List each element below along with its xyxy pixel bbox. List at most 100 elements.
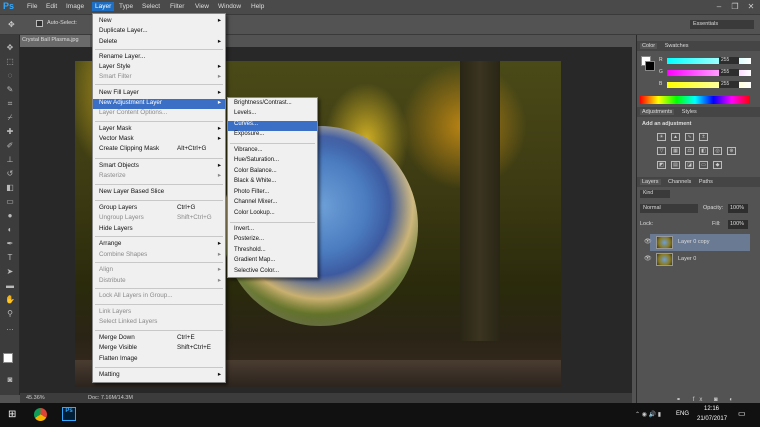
fill-field[interactable]: 100% (728, 220, 748, 229)
layer-menu-item[interactable]: New Fill Layer ▸ (93, 89, 225, 99)
visibility-eye-icon[interactable]: 👁 (644, 255, 652, 262)
adjustment-menu-item[interactable]: Curves... (228, 121, 317, 131)
workspace-select[interactable]: Essentials (690, 20, 754, 29)
blur-tool-icon[interactable]: ● (3, 211, 17, 223)
tray-icons[interactable]: ⌃ ◉ 🔊 ▮ (635, 411, 661, 418)
minimize-icon[interactable]: – (712, 2, 726, 13)
layer-menu-item[interactable]: Group Layers Ctrl+G (93, 204, 225, 214)
stamp-tool-icon[interactable]: ⊥ (3, 155, 17, 167)
pen-tool-icon[interactable]: ✒ (3, 239, 17, 251)
adjustment-menu-item[interactable]: Black & White... (228, 178, 317, 188)
brush-tool-icon[interactable]: ✐ (3, 141, 17, 153)
layer-menu-item[interactable]: Layer Mask ▸ (93, 125, 225, 135)
path-select-tool-icon[interactable]: ➤ (3, 267, 17, 279)
tab-color[interactable]: Color (640, 43, 658, 49)
tab-paths[interactable]: Paths (699, 179, 713, 185)
adjustment-menu-item[interactable]: Selective Color... (228, 268, 317, 278)
photo-filter-adj-icon[interactable]: ◎ (713, 147, 722, 155)
menu-image[interactable]: Image (66, 3, 84, 10)
layer-menu-item[interactable]: Flatten Image (93, 355, 225, 365)
layer-menu-item[interactable]: Merge Visible Shift+Ctrl+E (93, 344, 225, 354)
zoom-level[interactable]: 45.36% (26, 395, 45, 401)
history-brush-icon[interactable]: ↺ (3, 169, 17, 181)
notification-icon[interactable]: ▭ (738, 409, 746, 418)
eyedropper-tool-icon[interactable]: ⌿ (3, 113, 17, 125)
edit-toolbar-icon[interactable]: … (3, 323, 17, 335)
layer-menu-item[interactable]: Layer Style ▸ (93, 63, 225, 73)
channel-b-value[interactable]: 255 (719, 81, 739, 88)
adjustment-menu-item[interactable]: Brightness/Contrast... (228, 100, 317, 110)
restore-icon[interactable]: ❐ (728, 2, 742, 13)
lasso-tool-icon[interactable]: ◌ (3, 71, 17, 83)
menu-layer[interactable]: Layer (92, 2, 115, 11)
adjustment-menu-item[interactable]: Posterize... (228, 236, 317, 246)
posterize-adj-icon[interactable]: ▤ (671, 161, 680, 169)
layer-menu-item[interactable]: Create Clipping Mask Alt+Ctrl+G (93, 145, 225, 155)
tab-swatches[interactable]: Swatches (665, 43, 689, 49)
color-balance-adj-icon[interactable]: ⚖ (685, 147, 694, 155)
eraser-tool-icon[interactable]: ◧ (3, 183, 17, 195)
menu-select[interactable]: Select (142, 3, 160, 10)
tab-adjustments[interactable]: Adjustments (640, 109, 675, 115)
adjustment-menu-item[interactable]: Channel Mixer... (228, 199, 317, 209)
adjustment-menu-item[interactable]: Vibrance... (228, 147, 317, 157)
move-tool-icon[interactable]: ✥ (8, 20, 15, 29)
visibility-eye-icon[interactable]: 👁 (644, 238, 652, 245)
exposure-adj-icon[interactable]: ± (699, 133, 708, 141)
clock-time[interactable]: 12:16 (704, 406, 719, 412)
adjustment-menu-item[interactable]: Threshold... (228, 247, 317, 257)
marquee-tool-icon[interactable]: ⬚ (3, 57, 17, 69)
menu-edit[interactable]: Edit (46, 3, 57, 10)
foreground-color-swatch[interactable] (3, 353, 13, 363)
layer-menu-item[interactable]: Duplicate Layer... (93, 27, 225, 37)
layer-menu-item[interactable]: New Adjustment Layer ▸ (93, 99, 225, 109)
layer-menu-item[interactable]: Delete ▸ (93, 38, 225, 48)
layers-footer-icons[interactable]: ⚭ fx ◙ ◐ ▭ ❏ 🗑 (676, 396, 754, 410)
channel-r-value[interactable]: 255 (719, 57, 739, 64)
menu-window[interactable]: Window (218, 3, 241, 10)
levels-adj-icon[interactable]: ▲ (671, 133, 680, 141)
clock-date[interactable]: 21/07/2017 (697, 416, 727, 422)
layer-menu-item[interactable]: New ▸ (93, 17, 225, 27)
type-tool-icon[interactable]: T (3, 253, 17, 265)
quick-mask-icon[interactable]: ◙ (3, 375, 17, 387)
layer-menu-item[interactable]: Vector Mask ▸ (93, 135, 225, 145)
layer-menu-item[interactable]: Hide Layers (93, 225, 225, 235)
gradient-tool-icon[interactable]: ▭ (3, 197, 17, 209)
color-bg-swatch[interactable] (645, 61, 655, 71)
move-tool-icon[interactable]: ✥ (3, 43, 17, 55)
channel-g-value[interactable]: 255 (719, 69, 739, 76)
dodge-tool-icon[interactable]: ◐ (3, 225, 17, 237)
auto-select-checkbox[interactable] (36, 20, 43, 27)
layer-menu-item[interactable]: Matting ▸ (93, 371, 225, 381)
close-icon[interactable]: ✕ (744, 2, 758, 13)
bw-adj-icon[interactable]: ◧ (699, 147, 708, 155)
adjustment-menu-item[interactable]: Color Balance... (228, 168, 317, 178)
adjustment-menu-item[interactable]: Color Lookup... (228, 210, 317, 220)
adjustment-menu-item[interactable]: Photo Filter... (228, 189, 317, 199)
hand-tool-icon[interactable]: ✋ (3, 295, 17, 307)
menu-type[interactable]: Type (119, 3, 133, 10)
selective-color-adj-icon[interactable]: ◆ (713, 161, 722, 169)
channel-mixer-adj-icon[interactable]: ⊕ (727, 147, 736, 155)
tab-layers[interactable]: Layers (640, 179, 661, 185)
adjustment-menu-item[interactable]: Exposure... (228, 131, 317, 141)
chrome-icon[interactable] (34, 408, 47, 421)
windows-start-icon[interactable]: ⊞ (8, 409, 16, 420)
gradient-map-adj-icon[interactable]: ▭ (699, 161, 708, 169)
shape-tool-icon[interactable]: ▬ (3, 281, 17, 293)
invert-adj-icon[interactable]: ◩ (657, 161, 666, 169)
layer-menu-item[interactable]: New Layer Based Slice (93, 188, 225, 198)
menu-file[interactable]: File (27, 3, 37, 10)
menu-help[interactable]: Help (251, 3, 264, 10)
layer-menu-item[interactable]: Rename Layer... (93, 53, 225, 63)
opacity-field[interactable]: 100% (728, 204, 748, 213)
tab-styles[interactable]: Styles (682, 109, 697, 115)
quick-select-tool-icon[interactable]: ✎ (3, 85, 17, 97)
layer-row-copy[interactable]: 👁 Layer 0 copy (644, 234, 750, 251)
layer-menu-item[interactable]: Arrange ▸ (93, 240, 225, 250)
layer-row-base[interactable]: 👁 Layer 0 (644, 251, 750, 268)
photoshop-taskbar-icon[interactable]: Ps (62, 407, 76, 421)
menu-filter[interactable]: Filter (170, 3, 184, 10)
adjustment-menu-item[interactable]: Gradient Map... (228, 257, 317, 267)
